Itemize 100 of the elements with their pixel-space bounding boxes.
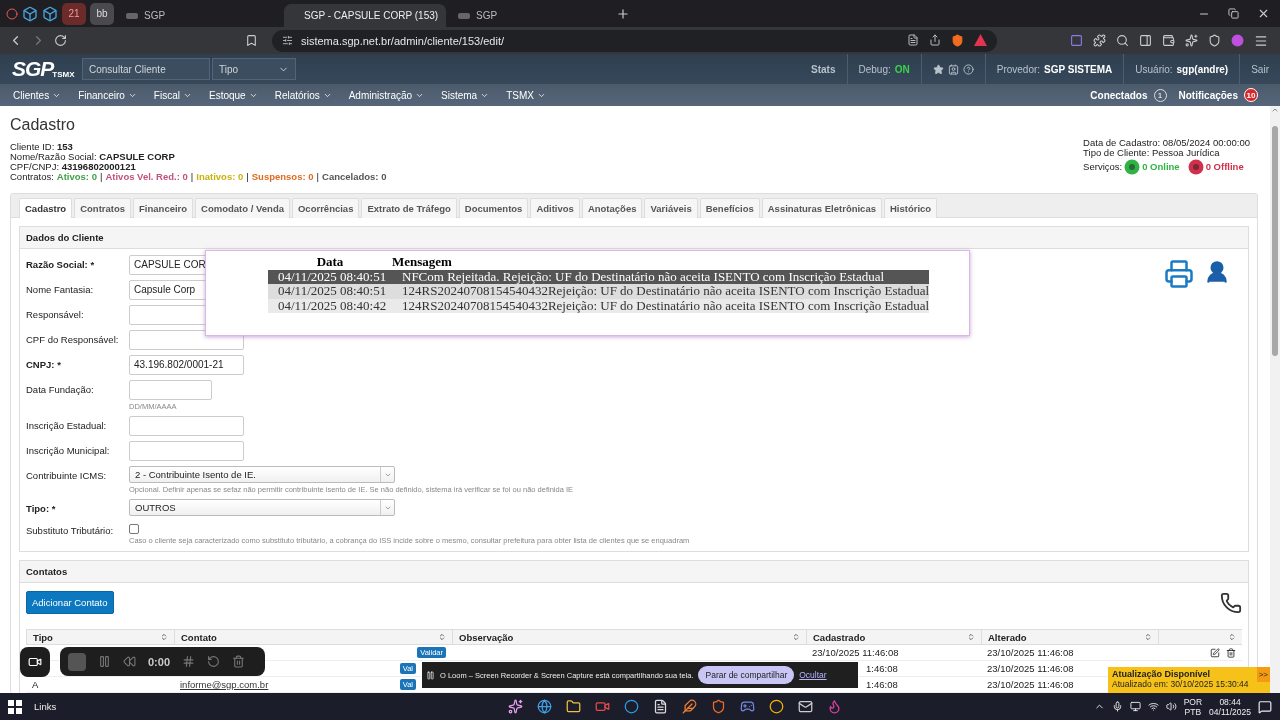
client-info: Nome/Razão Social: CAPSULE CORP [10, 152, 176, 162]
tab[interactable]: Extrato de Tráfego [361, 198, 457, 218]
client-info: Cliente ID: 153 [10, 142, 74, 152]
tab[interactable]: Ocorrências [292, 198, 360, 218]
table-cell[interactable]: 04/11/2025 08:40:51 [268, 269, 392, 284]
debug-label: Debug: [858, 63, 891, 75]
tab[interactable]: Aditivos [530, 198, 580, 218]
menu-item[interactable]: Financeiro [78, 89, 137, 101]
taskbar-label[interactable]: Links [34, 701, 57, 712]
menu-item[interactable]: Administração [348, 89, 425, 101]
column-header[interactable]: Tipo [26, 629, 174, 645]
column-header[interactable]: Contato [174, 629, 452, 645]
notifications-link[interactable]: Notificações [1178, 89, 1238, 101]
field-label: CPF do Responsável: [26, 333, 120, 345]
separator: | [246, 172, 249, 182]
tab[interactable]: Comodato / Venda [195, 198, 290, 218]
column-header: Data [315, 255, 345, 270]
menu-item[interactable]: TSMX [506, 89, 546, 101]
clock-date: 04/11/2025 [1209, 706, 1251, 717]
tab[interactable]: Documentos [458, 198, 529, 218]
field-label: Razão Social: * [26, 258, 96, 270]
provider-label: Provedor: [996, 63, 1041, 75]
clock-time: 08:44 [1219, 696, 1241, 707]
column-header: Mensagem [392, 255, 453, 270]
logout-link[interactable]: Sair [1251, 63, 1269, 75]
tab[interactable]: Financeiro [133, 198, 194, 218]
address-bar[interactable]: sistema.sgp.net.br/admin/cliente/153/edit/ [272, 29, 997, 52]
browser-tab[interactable]: SGP - CAPSULE CORP (153) [284, 4, 446, 27]
table-cell: 23/10/2025 11:46:08 [987, 647, 1074, 658]
separator: | [316, 172, 319, 182]
select-field[interactable]: 2 - Contribuinte Isento de IE. [129, 466, 395, 483]
table-cell: 23/10/2025 11:46:08 [987, 679, 1074, 690]
field-label: Responsável: [26, 308, 85, 320]
toast-subtitle: Atualizado em: 30/10/2025 15:30:44 [1112, 679, 1249, 689]
tab[interactable]: Benefícios [699, 198, 760, 218]
client-meta: Data de Cadastro: 08/05/2024 00:00:00 [1083, 138, 1250, 148]
table-cell[interactable]: 04/11/2025 08:40:51 [268, 284, 392, 299]
search-field[interactable]: Consultar Cliente [82, 58, 210, 80]
tab[interactable]: Histórico [884, 198, 938, 218]
table-cell: 23/10/2025 11:46:08 [987, 663, 1074, 674]
contract-count: Inativos: 0 [196, 172, 244, 182]
connected-label: Conectados [1090, 89, 1148, 101]
table-cell[interactable]: 124RS20240708154540432Rejeição: UF do Destinatário não aceita ISENTO com Inscrição Estadual [392, 284, 930, 299]
stats-link[interactable]: Stats [811, 63, 836, 75]
menu-item[interactable]: Estoque [208, 89, 258, 101]
field-label: Inscrição Municipal: [26, 444, 111, 456]
client-info: CPF/CNPJ: 43196802000121 [10, 162, 137, 172]
tab[interactable]: Anotações [581, 198, 643, 218]
hide-link[interactable]: Ocultar [799, 670, 827, 680]
contract-count: Suspensos: 0 [251, 172, 314, 182]
recording-time: 0:00 [148, 655, 171, 668]
field-label: Data Fundação: [26, 383, 95, 395]
debug-status: ON [894, 63, 910, 75]
contract-count: Cancelados: 0 [322, 172, 387, 182]
menu-item[interactable]: Sistema [441, 89, 490, 101]
table-cell[interactable]: NFCom Rejeitada. Rejeição: UF do Destinatário não aceita ISENTO com Inscrição Estadual [392, 269, 930, 284]
field-label: Contribuinte ICMS: [26, 469, 108, 481]
field-label: Substituto Tributário: [26, 524, 115, 536]
contract-count: Ativos: 0 [56, 172, 97, 182]
expand-button[interactable]: >> [1256, 667, 1270, 682]
tab[interactable]: Assinaturas Eletrônicas [761, 198, 882, 218]
text-field[interactable]: 43.196.802/0001-21 [129, 355, 244, 375]
tab[interactable]: Contratos [74, 198, 132, 218]
column-header[interactable]: Cadastrado [806, 629, 981, 645]
add-contact-button[interactable]: Adicionar Contato [26, 591, 114, 614]
language: POR [1183, 696, 1203, 707]
separator: | [99, 172, 103, 182]
keyboard-layout: PTB [1184, 706, 1202, 717]
user-name: sgp(andre) [1176, 63, 1229, 75]
menu-item[interactable]: Relatórios [274, 89, 332, 101]
panel-title: Dados do Cliente [20, 227, 1248, 249]
client-meta: Tipo de Cliente: Pessoa Jurídica [1083, 148, 1221, 158]
browser-tab[interactable]: SGP [450, 4, 612, 27]
logo: SGPTSMX [12, 59, 76, 79]
page-title: Cadastro [10, 116, 76, 134]
separator: | [190, 172, 194, 182]
pinned-tab[interactable]: bb [90, 2, 114, 25]
pinned-tab[interactable]: 21 [62, 2, 86, 25]
panel-title: Contatos [20, 561, 1248, 583]
tab[interactable]: Variáveis [644, 198, 698, 218]
user-label: Usuário: [1135, 63, 1173, 75]
update-toast[interactable]: Atualização Disponível Atualizado em: 30/10/2025 15:30:44 >> [1108, 667, 1270, 693]
column-header[interactable]: Observação [452, 629, 806, 645]
stop-sharing-button[interactable]: Parar de compartilhar [698, 666, 795, 684]
contact-link[interactable]: informe@sgp.com.br [180, 679, 269, 690]
contract-count: Ativos Vel. Red.: 0 [105, 172, 188, 182]
select-field[interactable]: OUTROS [129, 499, 395, 516]
provider-name: SGP SISTEMA [1044, 63, 1113, 75]
menu-item[interactable]: Clientes [13, 89, 62, 101]
column-header[interactable]: Alterado [981, 629, 1158, 645]
services-label: Serviços: [1083, 162, 1123, 172]
browser-tab[interactable]: SGP [118, 4, 280, 27]
field-label: CNPJ: * [26, 358, 62, 370]
tab[interactable]: Cadastro [19, 198, 73, 218]
notification-badge: 10 [1244, 88, 1258, 102]
table-cell: A [32, 679, 39, 690]
menu-item[interactable]: Fiscal [153, 89, 192, 101]
contracts-label: Contratos: [10, 172, 54, 182]
table-cell: 1:46:08 [866, 679, 898, 690]
type-select[interactable]: Tipo [212, 58, 296, 80]
